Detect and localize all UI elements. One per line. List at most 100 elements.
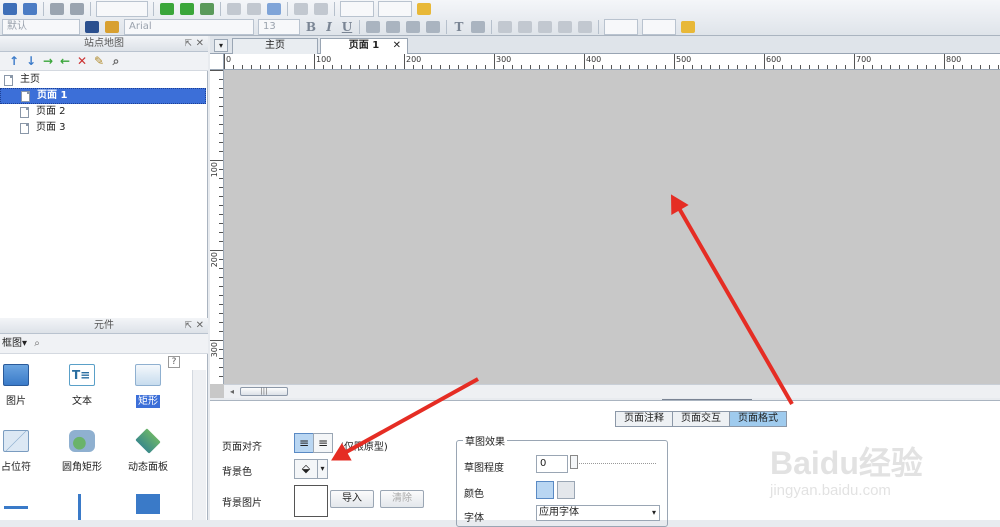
- hline-icon[interactable]: [4, 506, 28, 509]
- align-left-icon[interactable]: ≡: [294, 433, 314, 453]
- align-left-icon[interactable]: [366, 21, 380, 33]
- font-family-select[interactable]: Arial: [124, 19, 254, 35]
- hide-icon[interactable]: [681, 21, 695, 33]
- text-color-icon[interactable]: T: [451, 19, 467, 35]
- move-up-icon[interactable]: ↑: [6, 54, 22, 68]
- close-icon[interactable]: ✕: [196, 36, 204, 52]
- save-icon[interactable]: [3, 3, 17, 15]
- bg-color-picker[interactable]: ⬙ ▾: [294, 459, 328, 479]
- indent-icon[interactable]: →: [40, 54, 56, 68]
- import-button[interactable]: 导入: [330, 490, 374, 508]
- grid-icon[interactable]: [518, 21, 532, 33]
- hotspot-icon[interactable]: [136, 494, 160, 514]
- scroll-thumb[interactable]: |||: [240, 387, 288, 396]
- tree-item-home[interactable]: 主页: [4, 72, 204, 88]
- tab-menu-icon[interactable]: ▾: [214, 39, 228, 52]
- format-icon[interactable]: [85, 21, 99, 33]
- pin-icon[interactable]: ⇱: [184, 318, 192, 334]
- search-icon[interactable]: ⌕: [108, 54, 124, 68]
- horizontal-scrollbar[interactable]: ◂ |||: [224, 384, 1000, 398]
- ruler-tick: [584, 54, 585, 69]
- line-icon[interactable]: [471, 21, 485, 33]
- widget-text[interactable]: T≡ 文本: [52, 364, 112, 407]
- sketch-level-input[interactable]: 0: [536, 455, 568, 473]
- move-down-icon[interactable]: ↓: [23, 54, 39, 68]
- ruler-tick: [219, 331, 223, 332]
- bold-icon[interactable]: B: [303, 19, 319, 35]
- tab-page-interactions[interactable]: 页面交互: [672, 411, 730, 427]
- bg-image-label: 背景图片: [222, 498, 262, 509]
- tab-home[interactable]: 主页: [232, 38, 318, 54]
- ruler-tick: [422, 65, 423, 69]
- bg-image-preview[interactable]: [294, 485, 328, 517]
- design-canvas[interactable]: 0 100 200 300 400 500 600 700 800 100 200 300 ◂ ||…: [210, 54, 1000, 403]
- preview-icon[interactable]: [160, 3, 174, 15]
- link-icon[interactable]: [426, 21, 440, 33]
- y-field[interactable]: [378, 1, 412, 17]
- undo-icon[interactable]: [70, 3, 84, 15]
- search-icon[interactable]: ⌕: [34, 338, 40, 349]
- guide-icon[interactable]: [538, 21, 552, 33]
- widget-placeholder[interactable]: 占位符: [0, 430, 46, 473]
- dropdown-icon: ▾: [651, 508, 656, 517]
- sketch-font-select[interactable]: 应用字体 ▾: [536, 505, 660, 521]
- italic-icon[interactable]: I: [321, 19, 337, 35]
- dropdown-icon[interactable]: ▾: [317, 460, 327, 478]
- format-painter-icon[interactable]: [105, 21, 119, 33]
- distribute-icon[interactable]: [247, 3, 261, 15]
- widget-rounded-rect[interactable]: 圆角矩形: [52, 430, 112, 473]
- widget-image[interactable]: 图片: [0, 364, 46, 407]
- font-style-select[interactable]: 默认: [2, 19, 80, 35]
- sketch-slider-thumb[interactable]: [570, 455, 578, 469]
- widgets-scrollbar[interactable]: [192, 370, 206, 520]
- order-icon[interactable]: [294, 3, 308, 15]
- align-icon[interactable]: [227, 3, 241, 15]
- tab-page-format[interactable]: 页面格式: [729, 411, 787, 427]
- ruler-label: 100: [210, 162, 219, 178]
- group-icon[interactable]: [267, 3, 281, 15]
- delete-page-icon[interactable]: ✕: [74, 54, 90, 68]
- widget-dynamic-panel[interactable]: 动态面板: [118, 428, 178, 473]
- sketch-slider-track[interactable]: [574, 463, 656, 464]
- edit-page-icon[interactable]: ✎: [91, 54, 107, 68]
- h-field[interactable]: [642, 19, 676, 35]
- scroll-left-icon[interactable]: ◂: [230, 387, 234, 396]
- clear-button[interactable]: 清除: [380, 490, 424, 508]
- placeholder-icon: [3, 430, 29, 452]
- underline-icon[interactable]: U: [339, 19, 355, 35]
- ruler-tick: [210, 340, 223, 341]
- grayscale-mode-icon[interactable]: [557, 481, 575, 499]
- color-mode-icon[interactable]: [536, 481, 554, 499]
- align-top-icon[interactable]: [558, 21, 572, 33]
- tree-item-page3[interactable]: 页面 3: [20, 120, 200, 136]
- snap-icon[interactable]: [498, 21, 512, 33]
- lock-icon[interactable]: [417, 3, 431, 15]
- widget-rectangle[interactable]: 矩形: [118, 364, 178, 408]
- generate-icon[interactable]: [200, 3, 214, 15]
- bullet-icon[interactable]: [406, 21, 420, 33]
- w-field[interactable]: [604, 19, 638, 35]
- align-middle-icon[interactable]: [578, 21, 592, 33]
- widget-library-select[interactable]: 框图▾ ⌕: [0, 334, 208, 354]
- pin-icon[interactable]: ⇱: [184, 36, 192, 52]
- vline-icon[interactable]: [78, 494, 81, 520]
- x-field[interactable]: [340, 1, 374, 17]
- tree-item-page2[interactable]: 页面 2: [20, 104, 200, 120]
- ruler-tick: [629, 65, 630, 69]
- outdent-icon[interactable]: ←: [57, 54, 73, 68]
- tab-page1[interactable]: 页面 1 ✕: [320, 38, 408, 55]
- tab-close-icon[interactable]: ✕: [393, 39, 401, 53]
- cut-icon[interactable]: [50, 3, 64, 15]
- widget-label: 占位符: [1, 462, 31, 473]
- close-icon[interactable]: ✕: [196, 318, 204, 334]
- ruler-tick: [494, 54, 495, 69]
- align-center-icon[interactable]: [386, 21, 400, 33]
- tree-item-page1[interactable]: 页面 1: [0, 88, 206, 104]
- zoom-select[interactable]: [96, 1, 148, 17]
- open-icon[interactable]: [23, 3, 37, 15]
- rectangle-icon: [135, 364, 161, 386]
- font-size-select[interactable]: 13: [258, 19, 300, 35]
- order-back-icon[interactable]: [314, 3, 328, 15]
- publish-icon[interactable]: [180, 3, 194, 15]
- tab-page-notes[interactable]: 页面注释: [615, 411, 673, 427]
